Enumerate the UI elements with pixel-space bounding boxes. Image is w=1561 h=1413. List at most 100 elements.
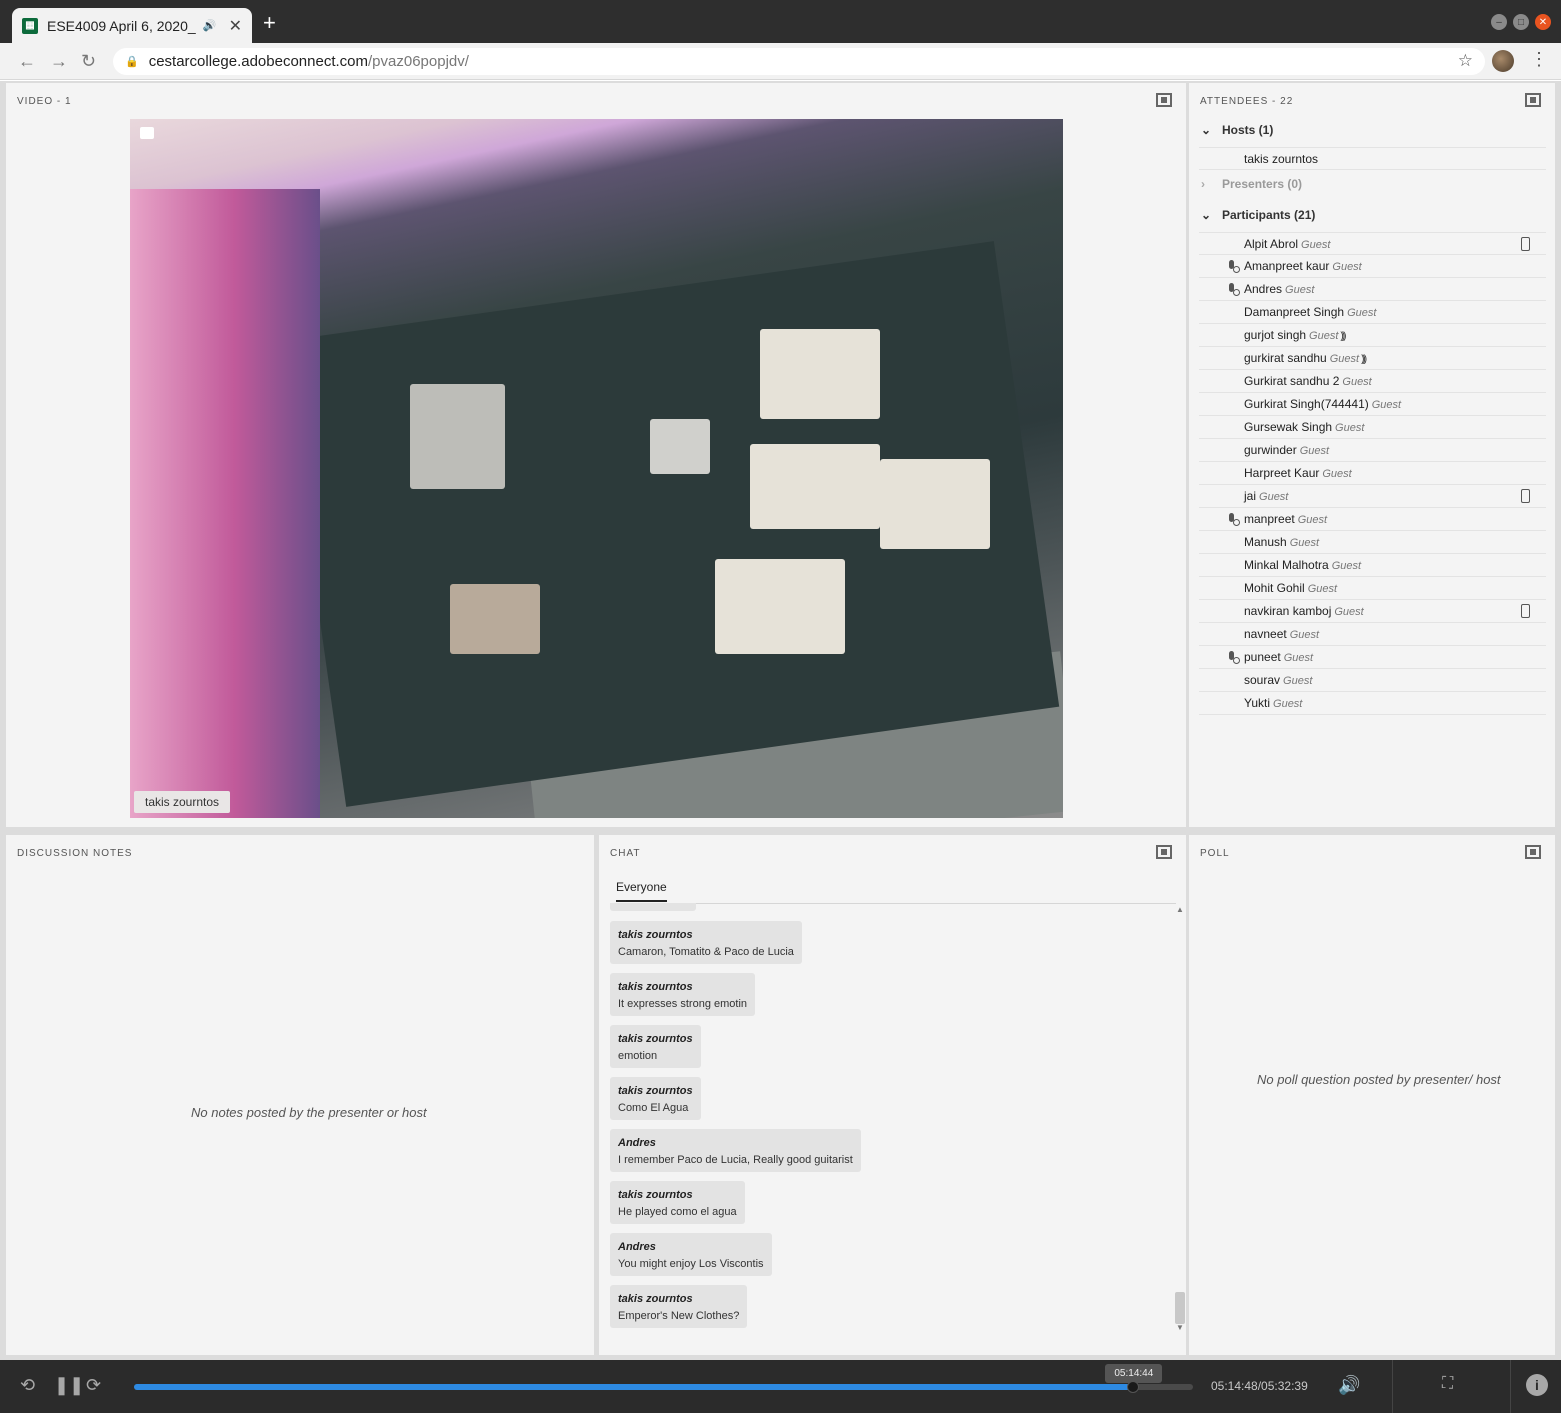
participant-name-text: Alpit Abrol bbox=[1244, 237, 1299, 251]
playback-time-display: 05:14:48/05:32:39 bbox=[1211, 1379, 1308, 1393]
maximize-icon[interactable] bbox=[1156, 845, 1172, 859]
close-window-icon[interactable]: ✕ bbox=[1535, 14, 1551, 30]
participant-name: puneet Guest bbox=[1244, 650, 1313, 664]
playback-progress-bar[interactable]: 05:14:44 bbox=[134, 1364, 1193, 1393]
participants-section-header[interactable]: ⌄ Participants (21) bbox=[1201, 208, 1315, 222]
participant-row[interactable]: gurjot singh Guest))) bbox=[1199, 324, 1546, 347]
info-icon[interactable]: i bbox=[1526, 1374, 1548, 1396]
back-icon[interactable]: ← bbox=[18, 51, 36, 72]
star-icon[interactable]: ☆ bbox=[1458, 51, 1473, 71]
participant-name: Minkal Malhotra Guest bbox=[1244, 558, 1361, 572]
maximize-icon[interactable] bbox=[1156, 93, 1172, 107]
participant-role: Guest bbox=[1299, 445, 1330, 457]
video-usb-port-2 bbox=[750, 444, 880, 529]
participant-row[interactable]: Gurkirat Singh(744441) Guest bbox=[1199, 393, 1546, 416]
lock-icon[interactable]: 🔒 bbox=[125, 55, 139, 68]
participant-role: Guest bbox=[1371, 399, 1402, 411]
participant-row[interactable]: jai Guest bbox=[1199, 485, 1546, 508]
close-icon[interactable]: ✕ bbox=[229, 16, 242, 36]
profile-avatar[interactable] bbox=[1492, 50, 1514, 72]
participant-role: Guest bbox=[1301, 239, 1331, 251]
video-foreground bbox=[130, 189, 320, 818]
playback-scrubber-handle[interactable] bbox=[1127, 1381, 1140, 1393]
participant-name-text: sourav bbox=[1244, 673, 1281, 687]
participant-role: Guest bbox=[1273, 698, 1303, 710]
participant-name-text: jai bbox=[1244, 489, 1257, 503]
volume-icon[interactable]: 🔊 bbox=[1338, 1375, 1360, 1396]
mic-icon bbox=[1226, 260, 1240, 273]
participant-row[interactable]: Manush Guest bbox=[1199, 531, 1546, 554]
menu-dots-icon[interactable]: ⋮ bbox=[1530, 49, 1548, 70]
participant-name-text: Gurkirat sandhu 2 bbox=[1244, 374, 1340, 388]
fullscreen-icon[interactable]: ⛶ bbox=[1442, 1375, 1453, 1393]
participant-role: Guest bbox=[1289, 537, 1320, 549]
participant-row[interactable]: Andres Guest bbox=[1199, 278, 1546, 301]
participant-row[interactable]: Minkal Malhotra Guest bbox=[1199, 554, 1546, 577]
new-tab-icon[interactable]: + bbox=[263, 12, 276, 34]
participant-row[interactable]: gurwinder Guest bbox=[1199, 439, 1546, 462]
participant-row[interactable]: sourav Guest bbox=[1199, 669, 1546, 692]
participant-name: jai Guest bbox=[1244, 489, 1288, 503]
video-stream[interactable]: takis zourntos bbox=[130, 119, 1063, 818]
participant-name: Gurkirat sandhu 2 Guest bbox=[1244, 374, 1372, 388]
participant-name-text: Minkal Malhotra bbox=[1244, 558, 1329, 572]
participant-row[interactable]: Harpreet Kaur Guest bbox=[1199, 462, 1546, 485]
participant-role: Guest bbox=[1283, 675, 1313, 687]
chat-message-text: You might enjoy Los Viscontis bbox=[618, 1258, 764, 1270]
participant-role: Guest bbox=[1331, 560, 1362, 572]
browser-toolbar: ← → ↻ 🔒 cestarcollege.adobeconnect.com/p… bbox=[0, 43, 1561, 80]
maximize-icon[interactable] bbox=[1525, 93, 1541, 107]
participant-name: navneet Guest bbox=[1244, 627, 1319, 641]
maximize-window-icon[interactable]: □ bbox=[1513, 14, 1529, 30]
scroll-down-icon[interactable]: ▼ bbox=[1176, 1323, 1184, 1332]
participant-row[interactable]: Yukti Guest bbox=[1199, 692, 1546, 715]
participant-role: Guest bbox=[1285, 284, 1315, 296]
participants-section-label: Participants (21) bbox=[1222, 208, 1316, 222]
participant-row[interactable]: Alpit Abrol Guest bbox=[1199, 232, 1546, 255]
hosts-section-header[interactable]: ⌄ Hosts (1) bbox=[1201, 123, 1273, 137]
audio-icon[interactable]: 🔊 bbox=[203, 19, 217, 32]
adobe-connect-room: VIDEO - 1 takis zourntos ATTENDEES - 22 … bbox=[0, 81, 1561, 1413]
forward-icon[interactable]: → bbox=[50, 51, 68, 72]
participant-row[interactable]: manpreet Guest bbox=[1199, 508, 1546, 531]
participant-row[interactable]: navkiran kamboj Guest bbox=[1199, 600, 1546, 623]
poll-pod-title: POLL bbox=[1200, 848, 1230, 859]
participant-row[interactable]: navneet Guest bbox=[1199, 623, 1546, 646]
scroll-up-icon[interactable]: ▲ bbox=[1176, 905, 1184, 914]
rewind-icon[interactable]: ⟲ bbox=[20, 1375, 35, 1396]
speaking-icon: ))) bbox=[1361, 354, 1367, 365]
minimize-icon[interactable]: – bbox=[1491, 14, 1507, 30]
chat-message-text: Emperor's New Clothes? bbox=[618, 1310, 740, 1322]
video-ethernet-port bbox=[715, 559, 845, 654]
participant-row[interactable]: Gursewak Singh Guest bbox=[1199, 416, 1546, 439]
participant-name-text: Manush bbox=[1244, 535, 1287, 549]
address-bar[interactable]: 🔒 cestarcollege.adobeconnect.com/pvaz06p… bbox=[113, 48, 1485, 75]
host-row[interactable]: takis zourntos bbox=[1199, 147, 1546, 170]
participant-row[interactable]: Gurkirat sandhu 2 Guest bbox=[1199, 370, 1546, 393]
participant-role: Guest bbox=[1259, 491, 1289, 503]
participant-name: Damanpreet Singh Guest bbox=[1244, 305, 1376, 319]
participant-row[interactable]: gurkirat sandhu Guest))) bbox=[1199, 347, 1546, 370]
browser-tab[interactable]: ▦ ESE4009 April 6, 2020_ 🔊 ✕ bbox=[12, 8, 252, 43]
chat-message-text: Camaron, Tomatito & Paco de Lucia bbox=[618, 946, 794, 958]
pause-icon[interactable]: ❚❚ bbox=[54, 1375, 84, 1396]
recording-playback-bar: ⟲ ❚❚ ⟳ 05:14:44 05:14:48/05:32:39 🔊 ⛶ i bbox=[0, 1360, 1561, 1413]
fast-forward-icon[interactable]: ⟳ bbox=[86, 1375, 101, 1396]
participant-row[interactable]: puneet Guest bbox=[1199, 646, 1546, 669]
participant-row[interactable]: Damanpreet Singh Guest bbox=[1199, 301, 1546, 324]
participant-name-text: Damanpreet Singh bbox=[1244, 305, 1345, 319]
chat-scrollbar[interactable] bbox=[1175, 1292, 1185, 1324]
participant-role: Guest bbox=[1334, 606, 1364, 618]
participant-name: manpreet Guest bbox=[1244, 512, 1327, 526]
maximize-icon[interactable] bbox=[1525, 845, 1541, 859]
divider bbox=[1392, 1360, 1393, 1413]
participant-name-text: Yukti bbox=[1244, 696, 1271, 710]
participant-row[interactable]: Amanpreet kaur Guest bbox=[1199, 255, 1546, 278]
presenters-section-header[interactable]: › Presenters (0) bbox=[1201, 177, 1302, 191]
notes-empty-message: No notes posted by the presenter or host bbox=[191, 1105, 427, 1120]
reload-icon[interactable]: ↻ bbox=[81, 51, 96, 72]
participant-name: Harpreet Kaur Guest bbox=[1244, 466, 1352, 480]
video-heatsink bbox=[650, 419, 710, 474]
chat-tab-everyone[interactable]: Everyone bbox=[616, 880, 667, 902]
participant-row[interactable]: Mohit Gohil Guest bbox=[1199, 577, 1546, 600]
